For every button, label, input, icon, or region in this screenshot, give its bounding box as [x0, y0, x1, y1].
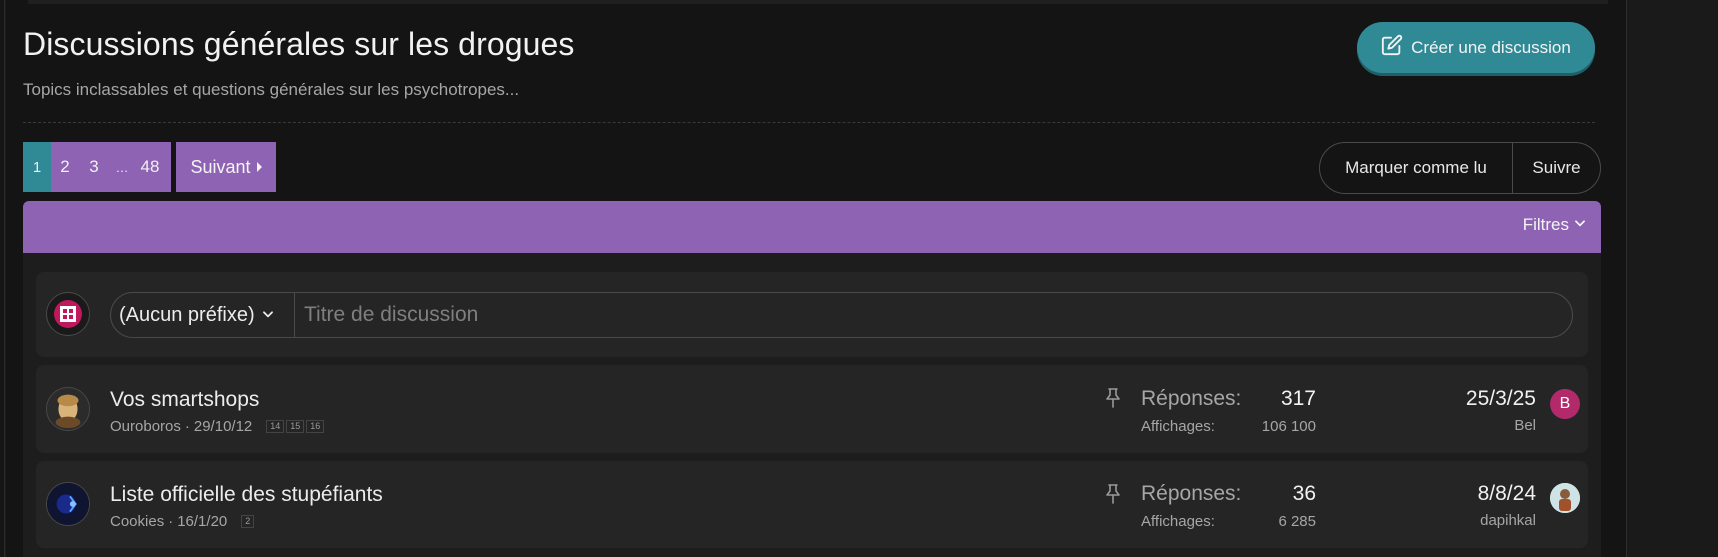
- views-count: 6 285: [1278, 513, 1316, 530]
- thread-author[interactable]: Cookies: [110, 513, 164, 530]
- thread-title[interactable]: Liste officielle des stupéfiants: [110, 483, 383, 507]
- thread-page-jump: 14 15 16: [266, 420, 325, 433]
- top-strip: [28, 0, 1608, 4]
- pin-icon: [1106, 484, 1120, 504]
- last-poster-avatar[interactable]: [1550, 483, 1580, 513]
- edit-icon: [1381, 34, 1403, 61]
- filters-label: Filtres: [1522, 215, 1569, 234]
- thread-row[interactable]: Vos smartshops Ouroboros · 29/10/12 14 1…: [36, 365, 1588, 453]
- page-ellipsis-button[interactable]: …: [109, 142, 135, 192]
- header-separator: [23, 122, 1595, 123]
- author-avatar[interactable]: [46, 387, 90, 431]
- thread-title[interactable]: Vos smartshops: [110, 388, 259, 412]
- meta-separator: ·: [168, 513, 174, 530]
- chevron-down-icon: [1573, 215, 1587, 235]
- thread-page-jump: 2: [241, 515, 255, 528]
- thread-author[interactable]: Ouroboros: [110, 418, 181, 435]
- window-edge-left: [0, 0, 5, 557]
- replies-count: 317: [1280, 387, 1316, 410]
- page-3-button[interactable]: 3: [79, 142, 109, 192]
- last-post-date[interactable]: 8/8/24: [1436, 482, 1536, 506]
- thread-meta: Cookies · 16/1/20 2: [110, 513, 255, 530]
- replies-label: Réponses:: [1141, 482, 1242, 505]
- views-count: 106 100: [1261, 418, 1316, 435]
- filter-bar: Filtres: [23, 201, 1601, 253]
- last-post-date[interactable]: 25/3/25: [1436, 387, 1536, 411]
- author-avatar[interactable]: [46, 482, 90, 526]
- thread-meta: Ouroboros · 29/10/12 14 15 16: [110, 418, 325, 435]
- page-48-button[interactable]: 48: [135, 142, 171, 192]
- thread-page-link[interactable]: 14: [266, 420, 285, 433]
- thread-list-actions: Marquer comme lu Suivre: [1319, 142, 1601, 194]
- thread-date[interactable]: 29/10/12: [194, 418, 252, 435]
- next-page-label: Suivant: [190, 156, 251, 177]
- thread-page-link[interactable]: 15: [286, 420, 305, 433]
- prefix-value: (Aucun préfixe): [119, 303, 255, 326]
- pagination: 1 2 3 … 48 Suivant: [23, 142, 276, 192]
- thread-page-link[interactable]: 16: [306, 420, 325, 433]
- last-post-user[interactable]: dapihkal: [1436, 512, 1536, 529]
- prefix-select[interactable]: (Aucun préfixe): [111, 293, 295, 337]
- filters-button[interactable]: Filtres: [1523, 215, 1587, 235]
- thread-row[interactable]: Liste officielle des stupéfiants Cookies…: [36, 461, 1588, 548]
- pin-icon: [1106, 388, 1120, 408]
- mark-read-button[interactable]: Marquer comme lu: [1320, 143, 1513, 193]
- thread-date[interactable]: 16/1/20: [177, 513, 227, 530]
- create-discussion-button[interactable]: Créer une discussion: [1357, 22, 1595, 73]
- views-label: Affichages:: [1141, 513, 1215, 530]
- page-title: Discussions générales sur les drogues: [23, 26, 575, 62]
- user-avatar: [46, 292, 90, 336]
- quick-thread-form: (Aucun préfixe) Titre de discussion: [110, 292, 1573, 338]
- views-label: Affichages:: [1141, 418, 1215, 435]
- caret-right-icon: [256, 162, 262, 172]
- thread-page-link[interactable]: 2: [241, 515, 255, 528]
- next-page-button[interactable]: Suivant: [176, 142, 276, 192]
- quick-thread-row: (Aucun préfixe) Titre de discussion: [36, 272, 1588, 357]
- chevron-down-icon: [261, 304, 275, 327]
- thread-title-input[interactable]: Titre de discussion: [295, 303, 478, 327]
- follow-button[interactable]: Suivre: [1513, 143, 1600, 193]
- create-discussion-label: Créer une discussion: [1411, 37, 1571, 57]
- side-gutter: [1626, 0, 1718, 557]
- replies-count: 36: [1292, 482, 1316, 505]
- replies-label: Réponses:: [1141, 387, 1242, 410]
- page-1-button[interactable]: 1: [23, 142, 51, 192]
- meta-separator: ·: [184, 418, 190, 435]
- page-2-button[interactable]: 2: [51, 142, 79, 192]
- page-description: Topics inclassables et questions général…: [23, 80, 520, 99]
- last-post-user[interactable]: Bel: [1436, 417, 1536, 434]
- last-poster-avatar[interactable]: B: [1550, 389, 1580, 419]
